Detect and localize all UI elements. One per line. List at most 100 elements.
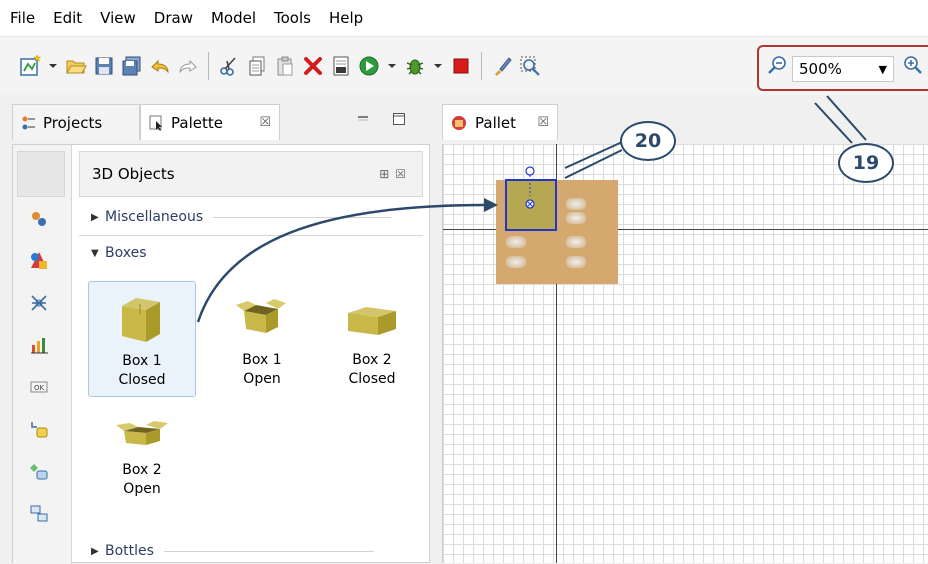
menu-tools[interactable]: Tools	[264, 9, 319, 27]
box-flat-closed-icon	[348, 307, 396, 335]
item-label-line1: Box 2	[122, 462, 162, 478]
item-label-line1: Box 2	[352, 352, 392, 368]
tab-palette-label: Palette	[171, 113, 223, 132]
chevron-down-icon[interactable]	[46, 54, 60, 78]
view-mode-icon[interactable]: ⊞☒	[379, 167, 412, 181]
palette-item-box2-closed[interactable]: Box 2 Closed	[318, 281, 426, 397]
tab-pallet-label: Pallet	[475, 113, 517, 132]
palette-icon	[149, 115, 162, 131]
box-flat-open-icon	[116, 421, 168, 445]
left-view-tabs: Projects Palette ☒	[0, 96, 432, 144]
network-icon[interactable]	[27, 291, 51, 315]
controls-icon[interactable]: OK	[27, 375, 51, 399]
save-icon[interactable]	[92, 54, 116, 78]
palette-section-header: 3D Objects ⊞☒	[79, 151, 423, 197]
shapes-3d-icon[interactable]	[27, 249, 51, 273]
section-miscellaneous[interactable]: ▶ Miscellaneous	[91, 205, 392, 229]
section-boxes-label: Boxes	[105, 245, 147, 261]
graphical-editor-canvas[interactable]	[442, 144, 928, 563]
menu-help[interactable]: Help	[319, 9, 371, 27]
save-all-icon[interactable]	[120, 54, 144, 78]
new-model-icon[interactable]	[18, 54, 42, 78]
pallet-slot	[566, 212, 586, 224]
agent-type-icon	[452, 115, 466, 130]
undo-icon[interactable]	[148, 54, 172, 78]
menu-edit[interactable]: Edit	[43, 9, 90, 27]
chevron-down-icon[interactable]	[385, 54, 399, 78]
stop-icon[interactable]	[449, 54, 473, 78]
chevron-down-icon: ▼	[91, 247, 99, 259]
menu-view[interactable]: View	[90, 9, 144, 27]
toolbar-separator	[481, 52, 482, 80]
palette-item-box1-closed[interactable]: Box 1 Closed	[88, 281, 196, 397]
close-icon[interactable]: ☒	[259, 115, 271, 130]
box-closed-icon	[122, 298, 160, 342]
paste-icon[interactable]	[273, 54, 297, 78]
pallet-slot	[506, 256, 526, 268]
menu-model[interactable]: Model	[201, 9, 264, 27]
chevron-right-icon: ▶	[91, 211, 99, 223]
section-divider	[163, 550, 374, 552]
process-icon[interactable]	[27, 417, 51, 441]
tab-projects[interactable]: Projects	[12, 104, 140, 140]
toolbar-separator	[208, 52, 209, 80]
boxes-group-border	[79, 235, 423, 236]
callout-20: 20	[620, 121, 676, 161]
section-bottles[interactable]: ▶ Bottles	[91, 539, 374, 563]
item-label-line1: Box 1	[242, 352, 282, 368]
tab-pallet[interactable]: Pallet ☒	[442, 104, 558, 140]
projects-icon	[22, 116, 35, 129]
palette-item-box1-open[interactable]: Box 1 Open	[208, 281, 316, 397]
item-label-line2: Closed	[118, 372, 166, 388]
maximize-icon[interactable]	[392, 112, 406, 126]
selected-box-shape[interactable]	[505, 179, 557, 231]
item-label-line2: Open	[243, 371, 281, 387]
pallet-slot	[566, 256, 586, 268]
palette-header-title: 3D Objects	[92, 165, 175, 183]
section-boxes[interactable]: ▼ Boxes	[91, 241, 147, 265]
debug-icon[interactable]	[403, 54, 427, 78]
zoom-value: 500%	[799, 60, 842, 78]
editor-tabs: Pallet ☒	[434, 96, 928, 144]
open-icon[interactable]	[64, 54, 88, 78]
section-bottles-label: Bottles	[105, 543, 154, 559]
palette-category-button[interactable]	[17, 151, 65, 197]
redo-icon[interactable]	[176, 54, 200, 78]
palette-item-box2-open[interactable]: Box 2 Open	[88, 407, 196, 523]
callout-19: 19	[838, 143, 894, 183]
chevron-down-icon: ▼	[878, 62, 887, 76]
pallet-slot	[506, 236, 526, 248]
state-icon[interactable]	[27, 459, 51, 483]
copy-icon[interactable]	[245, 54, 269, 78]
delete-icon[interactable]	[301, 54, 325, 78]
chevron-down-icon[interactable]	[431, 54, 445, 78]
cut-icon[interactable]	[217, 54, 241, 78]
agent-icon[interactable]	[27, 207, 51, 231]
tab-projects-label: Projects	[43, 113, 103, 132]
analysis-icon[interactable]	[27, 333, 51, 357]
item-label-line1: Box 1	[122, 353, 162, 369]
pallet-slot	[566, 236, 586, 248]
section-miscellaneous-label: Miscellaneous	[105, 209, 204, 225]
zoom-select[interactable]: 500% ▼	[792, 56, 894, 82]
item-label-line2: Open	[123, 481, 161, 497]
pallet-slot	[566, 198, 586, 210]
close-icon[interactable]: ☒	[537, 115, 549, 130]
section-divider	[213, 216, 392, 218]
palette-panel: OK 3D Objects ⊞☒ ▶ Miscellaneous ▼ Boxes…	[12, 144, 430, 564]
minimize-icon[interactable]	[356, 112, 370, 126]
run-icon[interactable]	[357, 54, 381, 78]
menu-bar: File Edit View Draw Model Tools Help	[0, 0, 928, 37]
menu-draw[interactable]: Draw	[144, 9, 201, 27]
box-open-icon	[236, 299, 286, 333]
build-icon[interactable]	[329, 54, 353, 78]
menu-file[interactable]: File	[0, 9, 43, 27]
connectors-icon[interactable]	[27, 501, 51, 525]
zoom-fit-icon[interactable]	[518, 54, 542, 78]
tab-palette[interactable]: Palette ☒	[140, 104, 280, 140]
item-label-line2: Closed	[348, 371, 396, 387]
chevron-right-icon: ▶	[91, 545, 99, 557]
brush-icon[interactable]	[490, 54, 514, 78]
svg-text:OK: OK	[34, 384, 45, 392]
palette-category-bar: OK	[13, 145, 72, 564]
